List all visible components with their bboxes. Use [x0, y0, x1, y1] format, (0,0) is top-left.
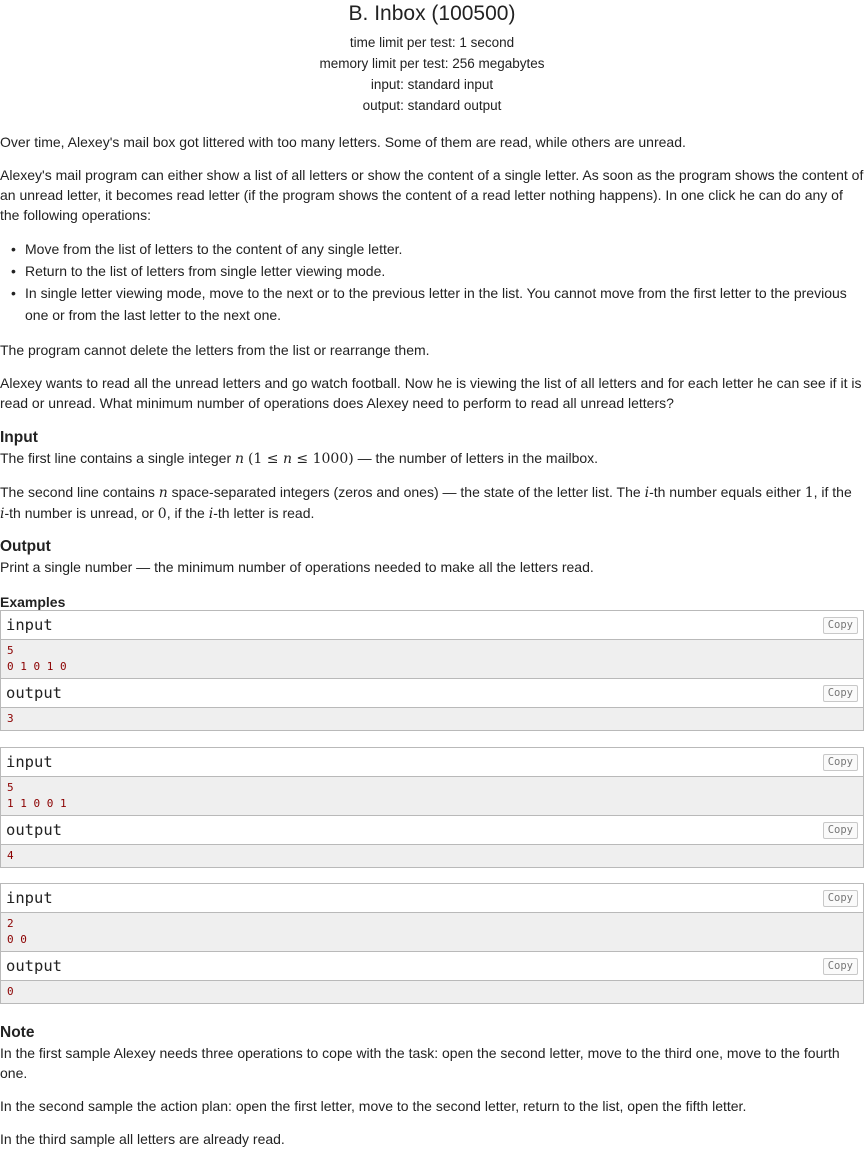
note-paragraph-2: In the second sample the action plan: op…	[0, 1098, 747, 1114]
example-output-label: output	[6, 684, 62, 702]
copy-button[interactable]: Copy	[822, 958, 858, 975]
list-item: Move from the list of letters to the con…	[11, 238, 864, 260]
example-input: 5 0 1 0 1 0	[1, 640, 863, 678]
problem-title: B. Inbox (100500)	[348, 2, 516, 25]
output-file: output: standard output	[362, 98, 502, 113]
note-paragraph-1: In the first sample Alexey needs three o…	[0, 1045, 840, 1081]
example-block: input Copy 5 1 1 0 0 1 output Copy 4	[0, 747, 864, 868]
example-input-label: input	[6, 753, 53, 771]
example-block: input Copy 5 0 1 0 1 0 output Copy 3	[0, 610, 864, 731]
time-limit: time limit per test: 1 second	[349, 35, 515, 50]
example-input-header: input Copy	[1, 884, 863, 913]
statement-paragraph-3: The program cannot delete the letters fr…	[0, 342, 430, 358]
list-item: Return to the list of letters from singl…	[11, 260, 864, 282]
input-file: input: standard input	[370, 77, 494, 92]
example-output: 4	[1, 845, 863, 867]
list-item: In single letter viewing mode, move to t…	[11, 282, 864, 326]
output-heading: Output	[0, 538, 51, 555]
memory-limit: memory limit per test: 256 megabytes	[319, 56, 545, 71]
copy-button[interactable]: Copy	[822, 890, 858, 907]
examples-heading: Examples	[0, 594, 66, 610]
input-line-2: The second line contains n space-separat…	[0, 484, 852, 522]
statement-paragraph-4: Alexey wants to read all the unread lett…	[0, 375, 862, 411]
example-output: 3	[1, 708, 863, 730]
copy-button[interactable]: Copy	[822, 822, 858, 839]
statement-paragraph-1: Over time, Alexey's mail box got littere…	[0, 134, 686, 150]
copy-button[interactable]: Copy	[822, 685, 858, 702]
note-heading: Note	[0, 1024, 35, 1041]
example-output-header: output Copy	[1, 951, 863, 981]
example-output-label: output	[6, 821, 62, 839]
input-heading: Input	[0, 429, 38, 446]
example-input-label: input	[6, 889, 53, 907]
copy-button[interactable]: Copy	[822, 754, 858, 771]
example-input-header: input Copy	[1, 748, 863, 777]
input-line-1: The first line contains a single integer…	[0, 450, 599, 467]
example-output-header: output Copy	[1, 815, 863, 845]
example-input: 5 1 1 0 0 1	[1, 777, 863, 815]
example-block: input Copy 2 0 0 output Copy 0	[0, 883, 864, 1004]
example-output-label: output	[6, 957, 62, 975]
example-input-header: input Copy	[1, 611, 863, 640]
problem-header: B. Inbox (100500) time limit per test: 1…	[0, 1, 864, 116]
example-input-label: input	[6, 616, 53, 634]
operations-list: Move from the list of letters to the con…	[0, 238, 864, 326]
note-paragraph-3: In the third sample all letters are alre…	[0, 1131, 285, 1147]
example-input: 2 0 0	[1, 913, 863, 951]
example-output: 0	[1, 981, 863, 1003]
example-output-header: output Copy	[1, 678, 863, 708]
copy-button[interactable]: Copy	[822, 617, 858, 634]
output-text: Print a single number — the minimum numb…	[0, 559, 594, 575]
statement-paragraph-2: Alexey's mail program can either show a …	[0, 167, 864, 223]
